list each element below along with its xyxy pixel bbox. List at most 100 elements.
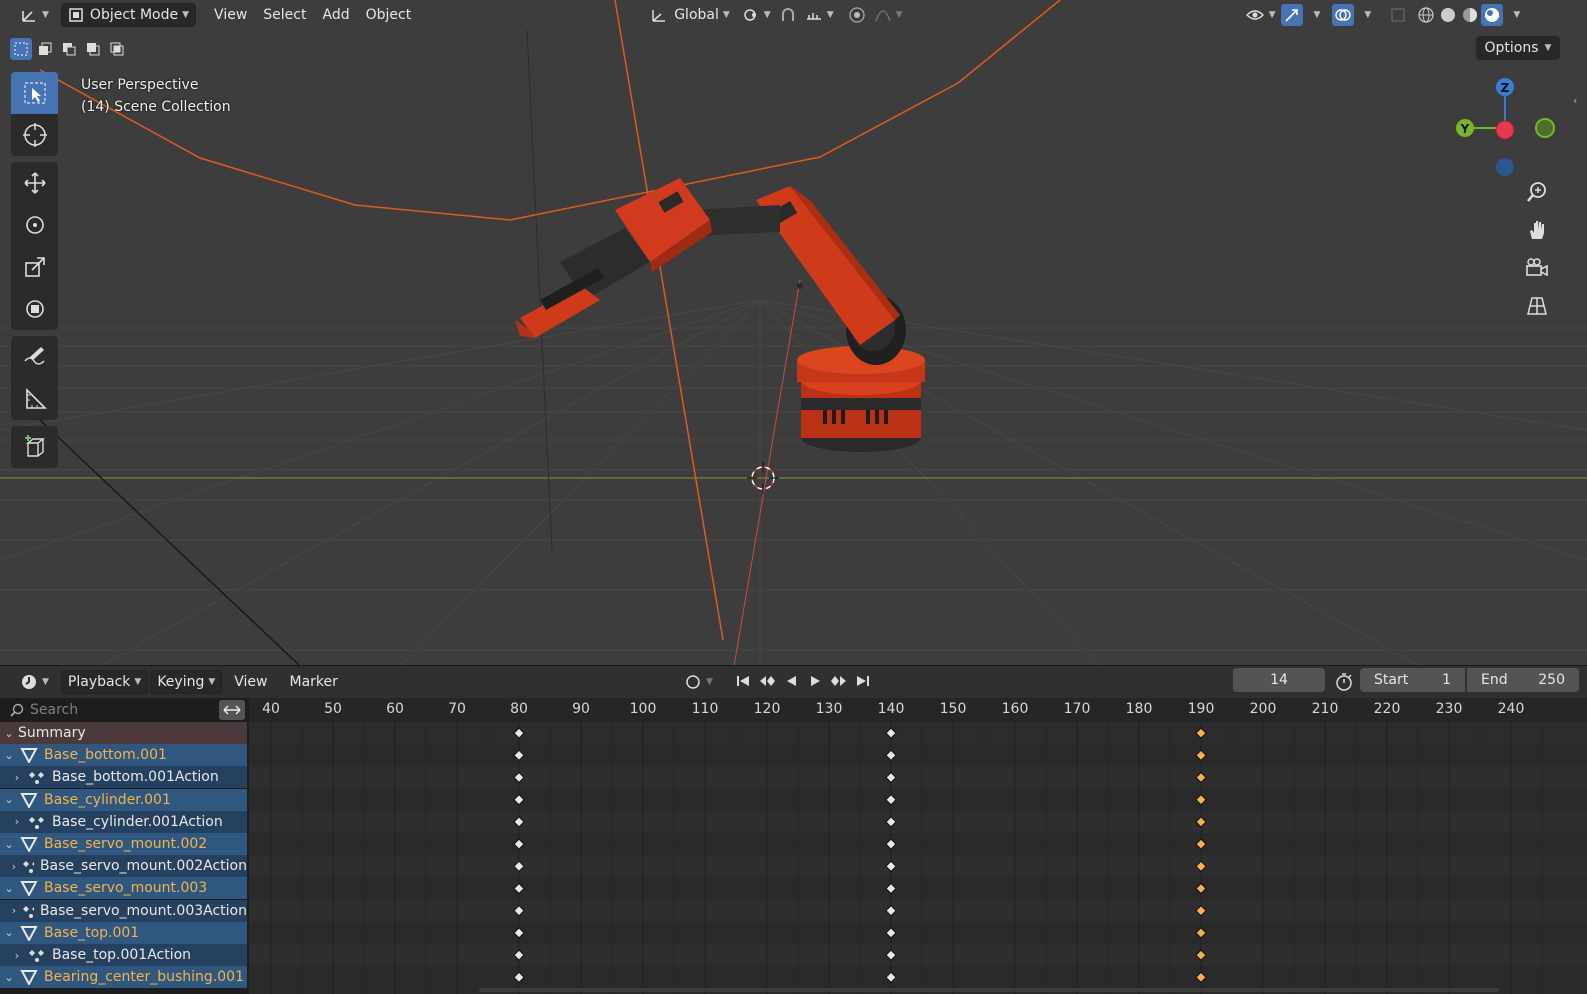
tool-transform[interactable]: [11, 288, 58, 330]
channel-object[interactable]: ⌄ Base_servo_mount.003: [0, 877, 247, 900]
collapse-chevron-icon[interactable]: ⌄: [0, 749, 18, 762]
channel-object[interactable]: ⌄ Base_servo_mount.002: [0, 833, 247, 855]
collapse-chevron-icon[interactable]: ⌄: [0, 727, 18, 740]
tool-add-cube[interactable]: [11, 426, 58, 468]
end-frame-field[interactable]: End 250: [1467, 668, 1579, 692]
camera-view-button[interactable]: [1520, 252, 1554, 284]
pivot-dropdown[interactable]: ▼: [736, 3, 777, 27]
ruler-tick: 110: [691, 701, 719, 717]
xray-toggle[interactable]: [1387, 4, 1409, 26]
tool-cursor[interactable]: [11, 114, 58, 156]
shading-rendered[interactable]: [1481, 4, 1504, 26]
shading-wireframe[interactable]: [1415, 4, 1437, 26]
expand-chevron-icon[interactable]: ›: [8, 771, 26, 784]
menu-view[interactable]: View: [206, 3, 255, 27]
orientation-dropdown[interactable]: Global ▼: [644, 3, 736, 27]
filter-swap-button[interactable]: [219, 700, 245, 720]
timeline-editor-type[interactable]: ▼: [14, 670, 55, 694]
sidebar-toggle[interactable]: ‹: [1573, 94, 1577, 107]
keyframe-canvas[interactable]: [249, 722, 1587, 994]
collapse-chevron-icon[interactable]: ⌄: [0, 793, 18, 806]
editor-type-button[interactable]: ▼: [14, 3, 55, 27]
shading-dropdown[interactable]: ▼: [1503, 3, 1526, 27]
tool-select-box[interactable]: [11, 72, 58, 114]
expand-chevron-icon[interactable]: ›: [8, 949, 26, 962]
playback-menu[interactable]: Playback ▼: [60, 670, 149, 694]
tool-scale[interactable]: [11, 246, 58, 288]
channel-action[interactable]: › Base_cylinder.001Action: [0, 810, 247, 833]
solid-shading-icon: [1441, 8, 1456, 22]
viewport-scene[interactable]: [0, 0, 1587, 666]
expand-chevron-icon[interactable]: ›: [8, 904, 20, 917]
menu-object[interactable]: Object: [358, 3, 420, 27]
menu-add[interactable]: Add: [314, 3, 357, 27]
keying-menu[interactable]: Keying ▼: [150, 670, 223, 694]
preview-range-toggle[interactable]: [1334, 672, 1354, 696]
expand-chevron-icon[interactable]: ›: [8, 815, 26, 828]
snap-target-dropdown[interactable]: ▼: [799, 3, 840, 27]
channel-object[interactable]: ⌄ Bearing_center_bushing.001: [0, 966, 247, 989]
mode-dropdown[interactable]: Object Mode ▼: [60, 3, 197, 27]
channel-search-input[interactable]: Search: [4, 700, 218, 720]
tool-measure[interactable]: [11, 378, 58, 420]
current-frame-field[interactable]: 14: [1233, 668, 1325, 692]
channel-object[interactable]: ⌄ Base_bottom.001: [0, 744, 247, 767]
select-extend-button[interactable]: [34, 38, 56, 60]
play-reverse-button[interactable]: [780, 670, 802, 692]
pan-button[interactable]: [1520, 214, 1554, 246]
jump-start-button[interactable]: [732, 670, 754, 692]
select-invert-button[interactable]: [82, 38, 104, 60]
jump-keyframe-back-button[interactable]: [756, 670, 778, 692]
autokey-toggle[interactable]: ▼: [678, 670, 719, 694]
horizontal-scrollbar[interactable]: [479, 988, 1499, 992]
channel-action[interactable]: › Base_servo_mount.002Action: [0, 855, 247, 878]
select-subtract-button[interactable]: [58, 38, 80, 60]
shading-solid[interactable]: [1437, 4, 1459, 26]
jump-keyframe-forward-button[interactable]: [828, 670, 850, 692]
gizmo-toggle[interactable]: [1281, 4, 1304, 26]
frame-ruler[interactable]: 40 50 60 70 80 90 100 110 120 130 140 150 160 170 180 1…: [249, 698, 1587, 722]
overlays-toggle[interactable]: [1332, 4, 1355, 26]
channel-object[interactable]: ⌄ Base_cylinder.001: [0, 788, 247, 811]
collapse-chevron-icon[interactable]: ⌄: [0, 882, 18, 895]
play-button[interactable]: [804, 670, 826, 692]
menu-select[interactable]: Select: [255, 3, 314, 27]
channel-action[interactable]: › Base_bottom.001Action: [0, 766, 247, 789]
snap-toggle[interactable]: [777, 4, 799, 26]
timeline-view-menu[interactable]: View: [226, 670, 275, 694]
eye-icon: [1245, 10, 1264, 20]
3d-viewport[interactable]: ▼ Object Mode ▼ View Select Add Object G…: [0, 0, 1587, 666]
action-keyframes-icon: [29, 816, 44, 829]
channel-summary[interactable]: ⌄ Summary: [0, 722, 247, 744]
perspective-toggle-button[interactable]: [1520, 290, 1554, 322]
shading-material[interactable]: [1459, 4, 1481, 26]
tool-annotate[interactable]: [11, 336, 58, 378]
falloff-dropdown[interactable]: ▼: [868, 3, 909, 27]
visibility-dropdown[interactable]: ▼: [1239, 3, 1282, 27]
navigation-gizmo[interactable]: Z Y: [1455, 72, 1565, 180]
options-dropdown[interactable]: Options ▼: [1476, 36, 1560, 60]
tool-move[interactable]: [11, 162, 58, 204]
gizmo-dropdown[interactable]: ▼: [1303, 3, 1326, 27]
overlays-dropdown[interactable]: ▼: [1354, 3, 1377, 27]
play-reverse-icon: [787, 676, 796, 686]
channel-label: Base_top.001: [44, 924, 140, 941]
proportional-edit-toggle[interactable]: [846, 4, 868, 26]
expand-chevron-icon[interactable]: ›: [8, 860, 20, 873]
start-frame-field[interactable]: Start 1: [1360, 668, 1465, 692]
robot-arm-model[interactable]: [515, 178, 925, 452]
select-intersect-button[interactable]: [106, 38, 128, 60]
collapse-chevron-icon[interactable]: ⌄: [0, 838, 18, 851]
marker-menu[interactable]: Marker: [282, 670, 346, 694]
collapse-chevron-icon[interactable]: ⌄: [0, 926, 18, 939]
channel-action[interactable]: › Base_top.001Action: [0, 944, 247, 966]
channel-action[interactable]: › Base_servo_mount.003Action: [0, 899, 247, 922]
keyframe-area[interactable]: [249, 722, 1587, 994]
select-new-button[interactable]: [10, 38, 32, 60]
tool-rotate[interactable]: [11, 204, 58, 246]
channel-object[interactable]: ⌄ Base_top.001: [0, 921, 247, 944]
start-value: 1: [1442, 672, 1451, 688]
collapse-chevron-icon[interactable]: ⌄: [0, 971, 18, 984]
zoom-button[interactable]: [1520, 176, 1554, 208]
jump-end-button[interactable]: [852, 670, 874, 692]
